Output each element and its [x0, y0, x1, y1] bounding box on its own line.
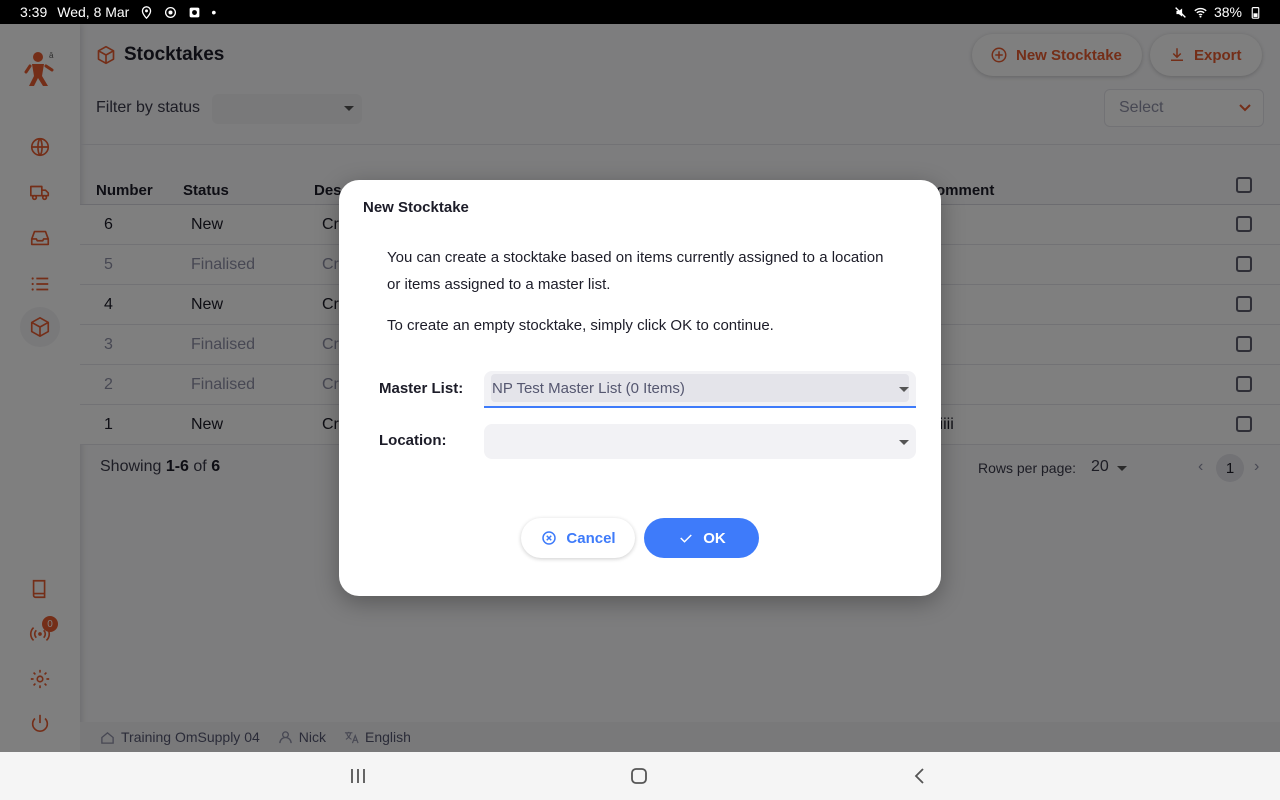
caret-down-icon [899, 440, 909, 445]
location-select[interactable] [484, 424, 916, 459]
status-date: Wed, 8 Mar [57, 4, 130, 20]
target-icon [163, 5, 177, 19]
battery-icon [1248, 5, 1262, 19]
master-list-select[interactable]: NP Test Master List (0 Items) [484, 371, 916, 408]
mute-icon [1174, 5, 1188, 19]
ok-label: OK [703, 529, 726, 547]
status-dot: • [211, 4, 217, 20]
check-icon [680, 534, 693, 543]
wifi-icon [1194, 5, 1208, 19]
status-time: 3:39 [20, 4, 48, 20]
dialog-title: New Stocktake [363, 199, 469, 216]
ok-button[interactable]: OK [644, 518, 759, 558]
app-notification-icon [187, 5, 201, 19]
cancel-label: Cancel [566, 529, 616, 547]
home-nav-icon[interactable] [629, 766, 649, 786]
recents-icon[interactable] [348, 766, 368, 786]
master-list-value: NP Test Master List (0 Items) [492, 379, 685, 397]
system-nav-bar [0, 752, 1280, 800]
caret-down-icon [899, 387, 909, 392]
back-icon[interactable] [910, 766, 930, 786]
location-label: Location: [379, 432, 447, 449]
cancel-button[interactable]: Cancel [521, 518, 635, 558]
dialog-hint: To create an empty stocktake, simply cli… [387, 317, 774, 334]
location-icon [139, 5, 153, 19]
status-bar: 3:39 Wed, 8 Mar • 38% [0, 0, 1280, 24]
battery-percent: 38% [1213, 4, 1242, 20]
cancel-circle-icon [542, 531, 557, 545]
dialog-description: You can create a stocktake based on item… [387, 249, 884, 293]
master-list-label: Master List: [379, 380, 464, 397]
new-stocktake-dialog: New Stocktake You can create a stocktake… [339, 180, 941, 596]
